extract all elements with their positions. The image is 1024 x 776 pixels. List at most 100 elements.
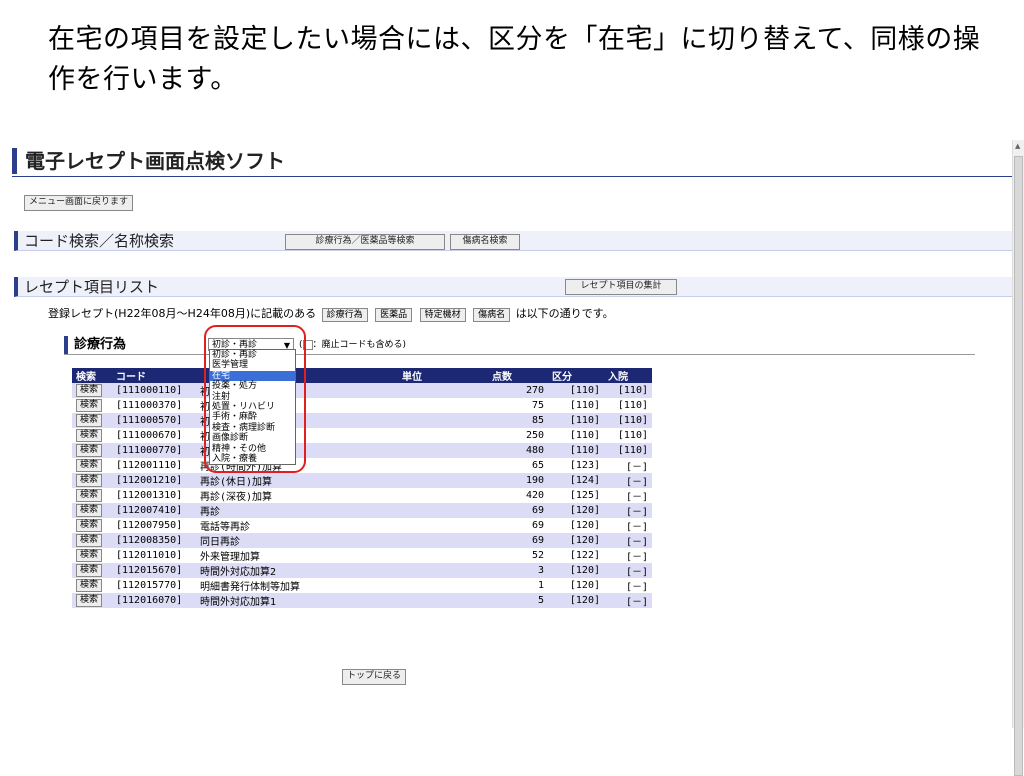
row-name: 電話等再診 bbox=[196, 518, 398, 533]
col-division: 区分 bbox=[548, 368, 604, 383]
receipt-list-title: レセプト項目リスト bbox=[24, 278, 160, 296]
row-name: 外来管理加算 bbox=[196, 548, 398, 563]
row-code: [112001210] bbox=[112, 473, 196, 488]
row-code: [112007950] bbox=[112, 518, 196, 533]
row-inpatient: [－] bbox=[604, 563, 652, 578]
include-abolished-option: (：廃止コードも含める) bbox=[299, 339, 407, 350]
row-unit bbox=[398, 503, 488, 518]
row-search-button[interactable]: 検索 bbox=[76, 444, 103, 457]
row-search-cell: 検索 bbox=[72, 458, 112, 473]
row-search-button[interactable]: 検索 bbox=[76, 399, 103, 412]
row-search-cell: 検索 bbox=[72, 398, 112, 413]
row-search-cell: 検索 bbox=[72, 428, 112, 443]
row-search-button[interactable]: 検索 bbox=[76, 519, 103, 532]
row-inpatient: [－] bbox=[604, 518, 652, 533]
row-division: [122] bbox=[548, 548, 604, 563]
row-search-button[interactable]: 検索 bbox=[76, 549, 103, 562]
row-name: 同日再診 bbox=[196, 533, 398, 548]
table-row: 検索 [112011010] 外来管理加算 52 [122] [－] bbox=[72, 548, 652, 563]
row-unit bbox=[398, 443, 488, 458]
disease-search-button[interactable]: 傷病名検索 bbox=[450, 234, 520, 250]
procedure-drug-search-button[interactable]: 診療行為／医薬品等検索 bbox=[285, 234, 445, 250]
row-points: 1 bbox=[488, 578, 548, 593]
row-inpatient: [110] bbox=[604, 443, 652, 458]
receipt-summary-button[interactable]: レセプト項目の集計 bbox=[565, 279, 677, 295]
slide-caption: 在宅の項目を設定したい場合には、区分を「在宅」に切り替えて、同様の操作を行います… bbox=[48, 24, 981, 95]
row-search-button[interactable]: 検索 bbox=[76, 414, 103, 427]
row-search-button[interactable]: 検索 bbox=[76, 384, 103, 397]
table-row: 検索 [112001310] 再診(深夜)加算 420 [125] [－] bbox=[72, 488, 652, 503]
note-drug-button[interactable]: 医薬品 bbox=[375, 308, 413, 322]
row-name: 再診(休日)加算 bbox=[196, 473, 398, 488]
row-division: [120] bbox=[548, 533, 604, 548]
procedures-marker bbox=[64, 336, 68, 354]
row-search-button[interactable]: 検索 bbox=[76, 474, 103, 487]
row-search-cell: 検索 bbox=[72, 383, 112, 398]
row-points: 69 bbox=[488, 533, 548, 548]
row-name: 時間外対応加算1 bbox=[196, 593, 398, 608]
table-row: 検索 [112015770] 明細書発行体制等加算 1 [120] [－] bbox=[72, 578, 652, 593]
row-code: [112011010] bbox=[112, 548, 196, 563]
menu-back-button[interactable]: メニュー画面に戻ります bbox=[24, 195, 134, 211]
row-search-cell: 検索 bbox=[72, 593, 112, 608]
table-row: 検索[111000770]初診料480[110][110] bbox=[72, 443, 652, 458]
row-search-button[interactable]: 検索 bbox=[76, 564, 103, 577]
receipt-note: 登録レセプト(H22年08月～H24年08月)に記載のある 診療行為 医薬品 特… bbox=[48, 307, 614, 322]
note-procedure-button[interactable]: 診療行為 bbox=[321, 308, 368, 322]
row-points: 190 bbox=[488, 473, 548, 488]
note-suffix: は以下の通りです。 bbox=[515, 307, 614, 320]
row-inpatient: [110] bbox=[604, 398, 652, 413]
row-search-button[interactable]: 検索 bbox=[76, 579, 103, 592]
back-to-top-button[interactable]: トップに戻る bbox=[342, 669, 407, 685]
row-search-button[interactable]: 検索 bbox=[76, 459, 103, 472]
row-division: [124] bbox=[548, 473, 604, 488]
row-name: 再診 bbox=[196, 503, 398, 518]
row-inpatient: [110] bbox=[604, 428, 652, 443]
app-title: 電子レセプト画面点検ソフト bbox=[12, 148, 285, 174]
row-name: 再診(深夜)加算 bbox=[196, 488, 398, 503]
scrollbar-thumb[interactable] bbox=[1014, 156, 1023, 776]
title-divider bbox=[12, 176, 1012, 177]
row-unit bbox=[398, 548, 488, 563]
receipt-list-section: レセプト項目リスト bbox=[14, 277, 1012, 297]
row-search-button[interactable]: 検索 bbox=[76, 534, 103, 547]
col-inpatient: 入院 bbox=[604, 368, 652, 383]
col-search: 検索 bbox=[72, 368, 112, 383]
row-search-button[interactable]: 検索 bbox=[76, 594, 103, 607]
table-row: 検索[111000570]初診料85[110][110] bbox=[72, 413, 652, 428]
row-points: 75 bbox=[488, 398, 548, 413]
row-inpatient: [－] bbox=[604, 548, 652, 563]
row-code: [111000570] bbox=[112, 413, 196, 428]
row-unit bbox=[398, 578, 488, 593]
row-points: 69 bbox=[488, 518, 548, 533]
row-search-button[interactable]: 検索 bbox=[76, 429, 103, 442]
row-unit bbox=[398, 518, 488, 533]
row-search-cell: 検索 bbox=[72, 443, 112, 458]
row-division: [120] bbox=[548, 518, 604, 533]
procedures-title: 診療行為 bbox=[74, 337, 127, 352]
row-search-cell: 検索 bbox=[72, 518, 112, 533]
vertical-scrollbar[interactable]: ▲ bbox=[1012, 140, 1024, 776]
row-points: 3 bbox=[488, 563, 548, 578]
note-material-button[interactable]: 特定機材 bbox=[419, 308, 466, 322]
row-search-button[interactable]: 検索 bbox=[76, 489, 103, 502]
row-code: [112016070] bbox=[112, 593, 196, 608]
row-division: [120] bbox=[548, 563, 604, 578]
note-disease-button[interactable]: 傷病名 bbox=[473, 308, 511, 322]
row-points: 69 bbox=[488, 503, 548, 518]
row-search-cell: 検索 bbox=[72, 548, 112, 563]
row-points: 480 bbox=[488, 443, 548, 458]
table-row: 検索[111000110]初診料270[110][110] bbox=[72, 383, 652, 398]
row-inpatient: [－] bbox=[604, 533, 652, 548]
row-search-cell: 検索 bbox=[72, 578, 112, 593]
row-division: [120] bbox=[548, 503, 604, 518]
table-row: 検索 [112001110] 再診(時間外)加算 65 [123] [－] bbox=[72, 458, 652, 473]
row-code: [111000370] bbox=[112, 398, 196, 413]
table-row: 検索 [112015670] 時間外対応加算2 3 [120] [－] bbox=[72, 563, 652, 578]
table-row: 検索 [112001210] 再診(休日)加算 190 [124] [－] bbox=[72, 473, 652, 488]
row-points: 250 bbox=[488, 428, 548, 443]
row-inpatient: [－] bbox=[604, 488, 652, 503]
scroll-up-icon[interactable]: ▲ bbox=[1015, 142, 1020, 150]
table-row: 検索[111000670]初診料250[110][110] bbox=[72, 428, 652, 443]
row-search-button[interactable]: 検索 bbox=[76, 504, 103, 517]
